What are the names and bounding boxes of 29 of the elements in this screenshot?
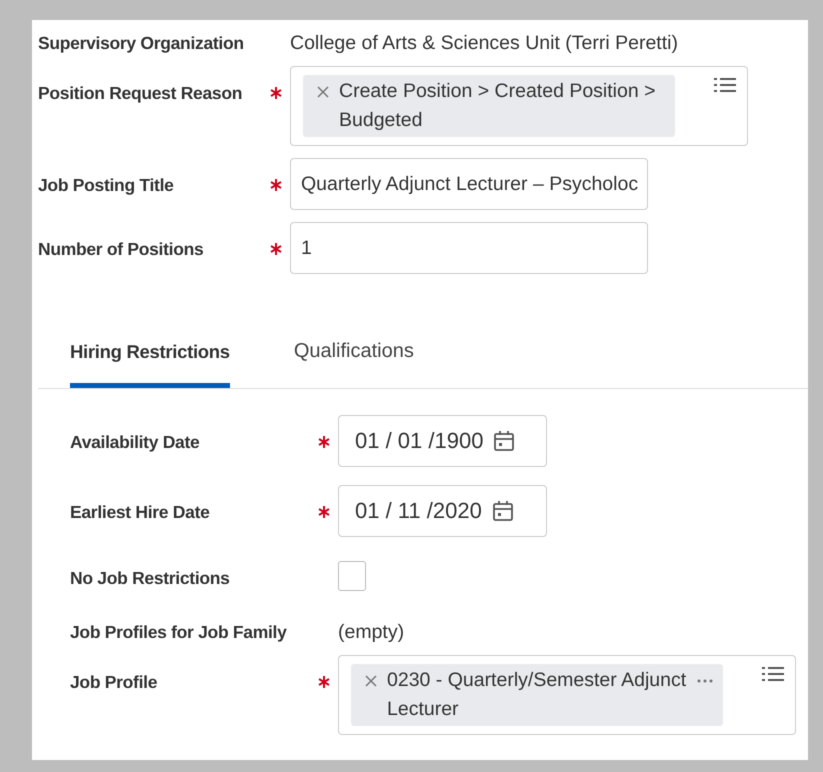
list-icon[interactable] (761, 664, 785, 684)
list-icon[interactable] (713, 75, 737, 95)
remove-icon[interactable] (365, 675, 377, 687)
field-label: Earliest Hire Date (70, 501, 211, 523)
field-label: Job Profiles for Job Family (70, 621, 288, 643)
date-field[interactable]: 01 / 11 /2020 (338, 485, 547, 537)
tab[interactable]: Qualifications (294, 324, 414, 388)
multiselect-field[interactable]: Create Position > Created Position > Budgeted (290, 66, 748, 146)
multiselect-field[interactable]: 0230 - Quarterly/Semester Adjunct Lecturer (338, 655, 796, 735)
field-label: No Job Restrictions (70, 567, 231, 589)
calendar-icon[interactable] (493, 430, 516, 452)
more-icon[interactable] (697, 679, 713, 683)
selected-item-chip[interactable]: Create Position > Created Position > Budgeted (303, 75, 675, 137)
field-label: Availability Date (70, 431, 200, 453)
field-label: Number of Positions (38, 238, 204, 260)
date-field[interactable]: 01 / 01 /1900 (338, 415, 547, 467)
field-label: Job Profile (70, 671, 158, 693)
remove-icon[interactable] (317, 86, 329, 98)
input-field[interactable]: Quarterly Adjunct Lecturer – Psycholoc (290, 158, 648, 210)
selected-item-chip[interactable]: 0230 - Quarterly/Semester Adjunct Lecturer (351, 664, 723, 726)
calendar-icon[interactable] (492, 500, 514, 522)
field-value: College of Arts & Sciences Unit (Terri Peretti) (290, 32, 678, 54)
checkbox[interactable] (338, 561, 366, 591)
input-field[interactable]: 1 (290, 222, 648, 274)
field-label: Position Request Reason (38, 82, 244, 104)
field-label: Supervisory Organization (38, 32, 245, 54)
tab[interactable]: Hiring Restrictions (70, 324, 230, 388)
field-label: Job Posting Title (38, 174, 175, 196)
field-value: (empty) (338, 621, 404, 643)
